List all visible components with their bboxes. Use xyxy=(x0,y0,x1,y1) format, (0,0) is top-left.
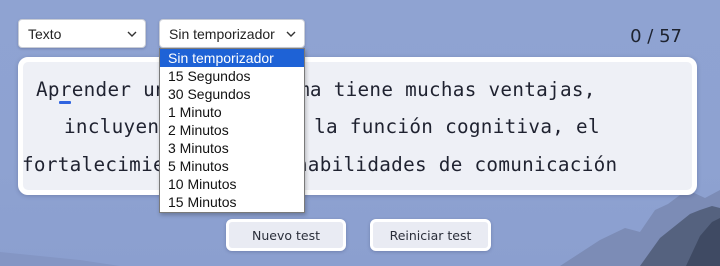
timer-option[interactable]: 1 Minuto xyxy=(160,103,304,121)
timer-option[interactable]: 15 Minutos xyxy=(160,193,304,211)
timer-option[interactable]: 3 Minutos xyxy=(160,139,304,157)
timer-option[interactable]: 2 Minutos xyxy=(160,121,304,139)
timer-select-value: Sin temporizador xyxy=(169,25,275,42)
text-line: incluyendo mejora de la función cognitiv… xyxy=(64,115,600,138)
timer-option[interactable]: 10 Minutos xyxy=(160,175,304,193)
timer-option[interactable]: 5 Minutos xyxy=(160,157,304,175)
chevron-down-icon xyxy=(286,31,296,37)
timer-option[interactable]: 15 Segundos xyxy=(160,67,304,85)
timer-dropdown-list[interactable]: Sin temporizador 15 Segundos 30 Segundos… xyxy=(159,48,305,213)
timer-option[interactable]: 30 Segundos xyxy=(160,85,304,103)
timer-select[interactable]: Sin temporizador xyxy=(159,19,305,48)
text-line: fortalecimiento de las habilidades de co… xyxy=(22,153,618,176)
timer-option[interactable]: Sin temporizador xyxy=(160,49,304,67)
mode-select[interactable]: Texto xyxy=(18,19,146,48)
mode-select-value: Texto xyxy=(28,25,62,42)
word-counter: 0 / 57 xyxy=(630,26,682,47)
typing-caret xyxy=(59,101,71,104)
chevron-down-icon xyxy=(127,31,137,37)
text-line: Aprender un nuevo idioma tiene muchas ve… xyxy=(36,78,596,101)
new-test-button[interactable]: Nuevo test xyxy=(226,219,346,251)
restart-test-button[interactable]: Reiniciar test xyxy=(370,219,491,251)
